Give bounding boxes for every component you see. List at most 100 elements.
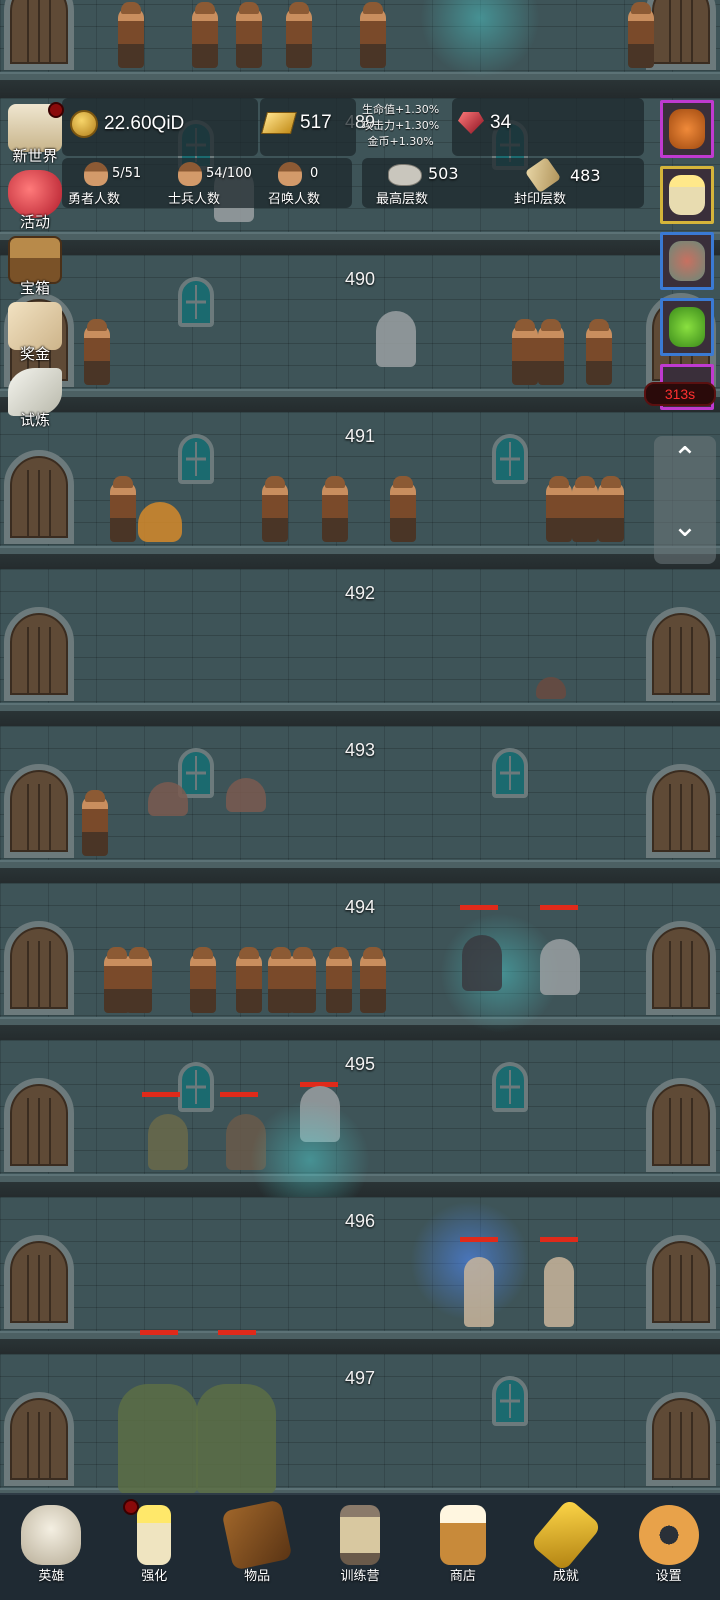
menu-new-world[interactable]: 新世界 — [2, 100, 68, 166]
floor-number: 493 — [344, 740, 376, 760]
hero-sprite — [322, 476, 348, 542]
soldiers-count: 54/100 — [206, 166, 252, 181]
hero-sprite — [360, 2, 386, 68]
lantern-icon — [340, 1505, 380, 1565]
scroll-down-icon[interactable]: ⌄ — [654, 512, 716, 542]
enemy-hp-bar — [540, 905, 578, 910]
wraith-monster — [462, 935, 502, 991]
nav-items[interactable]: 物品 — [206, 1495, 309, 1600]
nav-settings[interactable]: 设置 — [617, 1495, 720, 1600]
nav-shop[interactable]: 商店 — [411, 1495, 514, 1600]
menu-chest[interactable]: 宝箱 — [2, 232, 68, 298]
slime-monster — [138, 502, 182, 542]
nav-achievements[interactable]: 成就 — [514, 1495, 617, 1600]
floor-number: 497 — [344, 1368, 376, 1388]
floor-number: 495 — [344, 1054, 376, 1074]
key-icon — [529, 1497, 602, 1573]
gold-display: 517 — [261, 112, 332, 134]
floor-window — [492, 1062, 528, 1112]
menu-events[interactable]: 活动 — [2, 166, 68, 232]
floor-494[interactable]: 494 — [0, 883, 720, 1043]
hero-sprite — [538, 319, 564, 385]
floor-door — [646, 0, 716, 70]
zombie-monster — [148, 1114, 188, 1170]
menu-trial[interactable]: 试炼 — [2, 364, 68, 430]
skull-icon — [21, 1505, 82, 1565]
hero-sprite — [236, 2, 262, 68]
buff-pumpkin[interactable] — [660, 100, 714, 158]
enemy-hp-bar — [218, 1330, 256, 1335]
bottom-nav: 英雄 强化 物品 训练营 商店 成就 设置 — [0, 1493, 720, 1600]
floor-door — [646, 764, 716, 858]
floor-493[interactable]: 493 — [0, 726, 720, 886]
book-icon — [221, 1499, 293, 1571]
floor-window — [492, 434, 528, 484]
heroes-count: 5/51 — [112, 166, 142, 181]
soldiers-label: 士兵人数 — [168, 192, 221, 207]
hero-sprite — [192, 2, 218, 68]
buff-timer: 313s — [644, 382, 716, 406]
hero-sprite — [598, 476, 624, 542]
enemy-hp-bar — [220, 1092, 258, 1097]
sealed-floor-label: 封印层数 — [514, 192, 567, 207]
hero-sprite — [360, 947, 386, 1013]
beer-mug-icon — [439, 1505, 486, 1565]
floor-door — [4, 0, 74, 70]
gem-display: 34 — [458, 112, 511, 134]
floor-door — [4, 607, 74, 701]
floor-door — [646, 607, 716, 701]
notification-dot — [122, 1499, 139, 1515]
nav-training-camp[interactable]: 训练营 — [309, 1495, 412, 1600]
enemy-hp-bar — [540, 1237, 578, 1242]
heroes-label: 勇者人数 — [68, 192, 121, 207]
pumpkin-icon — [669, 109, 705, 149]
hero-sprite — [390, 476, 416, 542]
floor-number: 496 — [344, 1211, 376, 1231]
hero-sprite — [326, 947, 352, 1013]
floor-ledge — [0, 72, 720, 98]
floor-491[interactable]: 491 — [0, 412, 720, 572]
floor-door — [4, 1078, 74, 1172]
menu-label: 新世界 — [12, 147, 58, 165]
floor-492[interactable]: 492 — [0, 569, 720, 729]
ghost-monster — [540, 939, 580, 995]
bat-monster — [148, 782, 188, 816]
floor-495[interactable]: 495 — [0, 1040, 720, 1220]
floor-490[interactable]: 490 — [0, 255, 720, 415]
nav-heroes[interactable]: 英雄 — [0, 1495, 103, 1600]
floor-489[interactable] — [0, 0, 720, 98]
gold-value: 517 — [300, 112, 332, 133]
buff-candle[interactable] — [660, 166, 714, 224]
menu-bonus[interactable]: 奖金 — [2, 298, 68, 364]
spell-glow — [420, 0, 540, 78]
tower-view[interactable]: 489 490 491 492 493 494 495 496 497 — [0, 0, 720, 1493]
coins-value: 22.60QiD — [104, 113, 185, 134]
floor-door — [646, 1392, 716, 1486]
floor-number: 492 — [344, 583, 376, 603]
gem-value: 34 — [490, 112, 512, 133]
hero-sprite — [512, 319, 538, 385]
summon-head-icon — [278, 162, 302, 186]
orc-monster — [196, 1384, 276, 1493]
nav-label: 物品 — [244, 1569, 271, 1584]
buff-meat[interactable] — [660, 232, 714, 290]
sealed-floor-value: 483 — [570, 166, 601, 185]
coins-display: 22.60QiD — [70, 110, 184, 138]
menu-label: 宝箱 — [19, 279, 50, 297]
floor-window — [178, 277, 214, 327]
floor-497[interactable]: 497 — [0, 1330, 720, 1493]
scroll-up-icon[interactable]: ⌃ — [654, 444, 716, 474]
floor-window — [178, 434, 214, 484]
floor-door — [646, 1235, 716, 1329]
nav-upgrade[interactable]: 强化 — [103, 1495, 206, 1600]
slime-icon — [669, 307, 705, 347]
buff-slime[interactable] — [660, 298, 714, 356]
hero-sprite — [110, 476, 136, 542]
floor-door — [4, 450, 74, 544]
floor-496[interactable]: 496 — [0, 1197, 720, 1357]
spider-monster — [536, 677, 566, 699]
enemy-hp-bar — [140, 1330, 178, 1335]
floor-window — [492, 1376, 528, 1426]
floor-door — [4, 1392, 74, 1486]
floor-door — [646, 1078, 716, 1172]
